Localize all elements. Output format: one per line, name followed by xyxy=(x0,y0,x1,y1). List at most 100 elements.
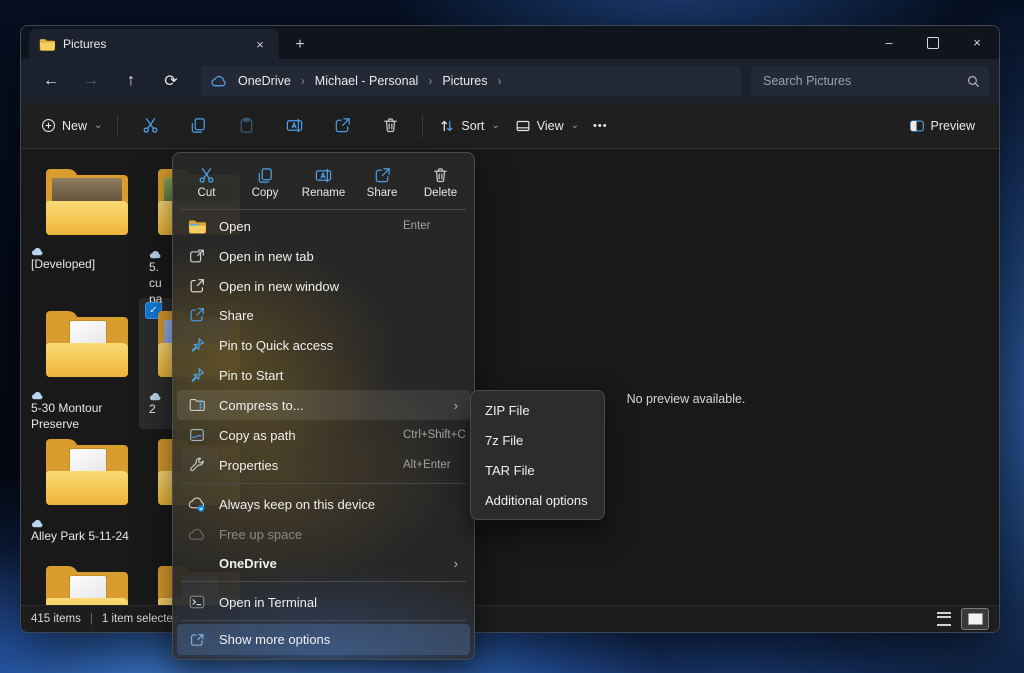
selection-count: 1 item selected xyxy=(102,613,179,625)
wrench-icon xyxy=(187,455,207,475)
share-quick-action[interactable]: Share xyxy=(354,163,410,202)
desktop: Pictures × + – × ← → ↑ ⟳ OneDrive › Mich xyxy=(0,0,1024,673)
no-icon xyxy=(187,553,207,573)
thumbnail-view-button[interactable] xyxy=(961,608,989,630)
rename-button[interactable] xyxy=(270,109,318,143)
new-button[interactable]: New ⌄ xyxy=(33,109,109,143)
file-item-montour[interactable] xyxy=(31,311,143,377)
rename-quick-action[interactable]: Rename xyxy=(296,163,352,202)
preview-toggle-button[interactable]: Preview xyxy=(901,109,987,143)
tab-title: Pictures xyxy=(63,37,251,51)
forward-button[interactable]: → xyxy=(74,65,108,97)
menu-separator xyxy=(181,581,466,582)
cut-quick-action[interactable]: Cut xyxy=(179,163,235,202)
maximize-icon xyxy=(927,37,939,49)
chevron-down-icon: ⌄ xyxy=(491,120,499,131)
menu-item-compress-to[interactable]: Compress to... › xyxy=(177,390,470,420)
toolbar-divider xyxy=(422,115,423,137)
cloud-icon xyxy=(187,524,207,544)
file-item-developed[interactable] xyxy=(31,169,143,235)
thumbnail-view-icon xyxy=(968,613,983,625)
window-controls: – × xyxy=(867,26,999,59)
menu-item-copy-as-path[interactable]: Copy as path Ctrl+Shift+C xyxy=(177,420,470,450)
minimize-button[interactable]: – xyxy=(867,26,911,59)
sort-button[interactable]: Sort ⌄ xyxy=(431,109,506,143)
file-label: Alley Park 5-11-24 xyxy=(31,518,143,544)
share-icon xyxy=(333,116,352,135)
toolbar-divider xyxy=(117,115,118,137)
status-separator: | xyxy=(90,613,93,625)
menu-item-free-up-space[interactable]: Free up space xyxy=(177,519,470,549)
breadcrumb-item-pictures[interactable]: Pictures xyxy=(436,72,493,90)
view-button[interactable]: View ⌄ xyxy=(507,109,586,143)
plus-circle-icon xyxy=(40,117,57,134)
menu-item-open-in-new-window[interactable]: Open in new window xyxy=(177,271,470,301)
sort-icon xyxy=(438,117,456,135)
item-count: 415 items xyxy=(31,613,81,625)
list-view-icon xyxy=(937,612,951,626)
menu-item-open-in-terminal[interactable]: Open in Terminal xyxy=(177,587,470,617)
cloud-check-icon xyxy=(187,494,207,514)
delete-button[interactable] xyxy=(366,109,414,143)
submenu-item-7z-file[interactable]: 7z File xyxy=(475,425,600,455)
delete-quick-action[interactable]: Delete xyxy=(413,163,469,202)
tab-bar: Pictures × + – × xyxy=(21,26,999,59)
menu-item-pin-to-start[interactable]: Pin to Start xyxy=(177,360,470,390)
search-box xyxy=(751,66,989,96)
pin-icon xyxy=(187,365,207,385)
tab-pictures[interactable]: Pictures × xyxy=(29,29,279,59)
delete-icon xyxy=(431,166,450,185)
chevron-right-icon: › xyxy=(424,74,436,88)
view-icon xyxy=(514,117,532,135)
file-list-area: [Developed] 5-30 Montour Preserve Alley … xyxy=(21,149,999,606)
up-button[interactable]: ↑ xyxy=(114,65,148,97)
menu-separator xyxy=(181,209,466,210)
new-tab-button[interactable]: + xyxy=(285,31,315,59)
search-input[interactable] xyxy=(761,73,966,89)
breadcrumb-item-onedrive[interactable]: OneDrive xyxy=(232,72,297,90)
file-explorer-window: Pictures × + – × ← → ↑ ⟳ OneDrive › Mich xyxy=(20,25,1000,633)
copy-quick-action[interactable]: Copy xyxy=(237,163,293,202)
menu-item-open[interactable]: Open Enter xyxy=(177,211,470,241)
menu-item-share[interactable]: Share xyxy=(177,300,470,330)
chevron-down-icon: ⌄ xyxy=(571,120,579,131)
breadcrumb-item-michael-personal[interactable]: Michael - Personal xyxy=(309,72,425,90)
submenu-item-zip-file[interactable]: ZIP File xyxy=(475,395,600,425)
folder-thumbnail xyxy=(44,566,130,606)
maximize-button[interactable] xyxy=(911,26,955,59)
cloud-status-icon xyxy=(149,249,163,259)
open-new-window-icon xyxy=(187,276,207,296)
command-bar: New ⌄ Sor xyxy=(21,103,999,149)
back-button[interactable]: ← xyxy=(34,65,68,97)
menu-item-pin-to-quick-access[interactable]: Pin to Quick access xyxy=(177,330,470,360)
file-item-alley-park[interactable] xyxy=(31,439,143,505)
cut-icon xyxy=(141,116,160,135)
terminal-icon xyxy=(187,592,207,612)
share-button[interactable] xyxy=(318,109,366,143)
cut-button[interactable] xyxy=(126,109,174,143)
details-view-button[interactable] xyxy=(931,609,957,629)
menu-item-show-more-options[interactable]: Show more options xyxy=(177,624,470,655)
menu-item-always-keep-on-device[interactable]: Always keep on this device xyxy=(177,489,470,519)
folder-icon xyxy=(39,38,55,51)
see-more-button[interactable]: ••• xyxy=(586,109,615,143)
submenu-item-tar-file[interactable]: TAR File xyxy=(475,455,600,485)
rename-icon xyxy=(314,166,333,185)
file-item-partial[interactable] xyxy=(31,566,143,606)
submenu-item-additional-options[interactable]: Additional options xyxy=(475,485,600,515)
view-button-label: View xyxy=(537,119,564,133)
search-icon[interactable] xyxy=(966,74,981,89)
new-button-label: New xyxy=(62,119,87,133)
refresh-button[interactable]: ⟳ xyxy=(154,65,188,97)
copy-button[interactable] xyxy=(174,109,222,143)
tab-close-icon[interactable]: × xyxy=(251,37,269,52)
paste-button[interactable] xyxy=(222,109,270,143)
close-button[interactable]: × xyxy=(955,26,999,59)
show-more-icon xyxy=(187,630,207,650)
menu-item-open-in-new-tab[interactable]: Open in new tab xyxy=(177,241,470,271)
menu-item-properties[interactable]: Properties Alt+Enter xyxy=(177,450,470,480)
menu-item-onedrive[interactable]: OneDrive › xyxy=(177,548,470,578)
paste-icon xyxy=(237,116,256,135)
cloud-status-icon xyxy=(149,391,163,401)
cloud-status-icon xyxy=(31,390,45,400)
